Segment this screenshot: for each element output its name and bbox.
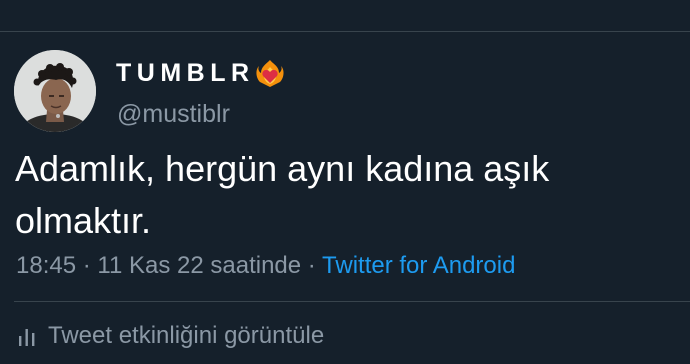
- tweet-time[interactable]: 18:45: [16, 252, 76, 279]
- tweet-meta: 18:45 · 11 Kas 22 saatinde · Twitter for…: [16, 252, 515, 280]
- heart-on-fire-icon: [255, 58, 285, 88]
- tweet-text: Adamlık, hergün aynı kadına aşık olmaktı…: [15, 148, 550, 241]
- tweet-source-link[interactable]: Twitter for Android: [322, 252, 515, 279]
- view-tweet-activity-link[interactable]: Tweet etkinliğini görüntüle: [18, 322, 324, 350]
- display-name[interactable]: TUMBLR: [116, 59, 255, 88]
- tweet-date[interactable]: 11 Kas 22 saatinde: [97, 252, 301, 279]
- view-tweet-activity-label: Tweet etkinliğini görüntüle: [48, 322, 325, 349]
- meta-separator: ·: [82, 252, 91, 279]
- avatar-photo: [14, 50, 96, 132]
- user-handle[interactable]: @mustiblr: [117, 100, 230, 129]
- avatar[interactable]: [14, 50, 96, 132]
- display-name-row[interactable]: TUMBLR: [116, 58, 285, 88]
- meta-separator: ·: [307, 252, 316, 279]
- tweet-detail: TUMBLR @mustiblr Adamlık, hergün aynı ka…: [0, 32, 690, 364]
- divider: [14, 301, 690, 302]
- bar-chart-icon: [19, 329, 35, 346]
